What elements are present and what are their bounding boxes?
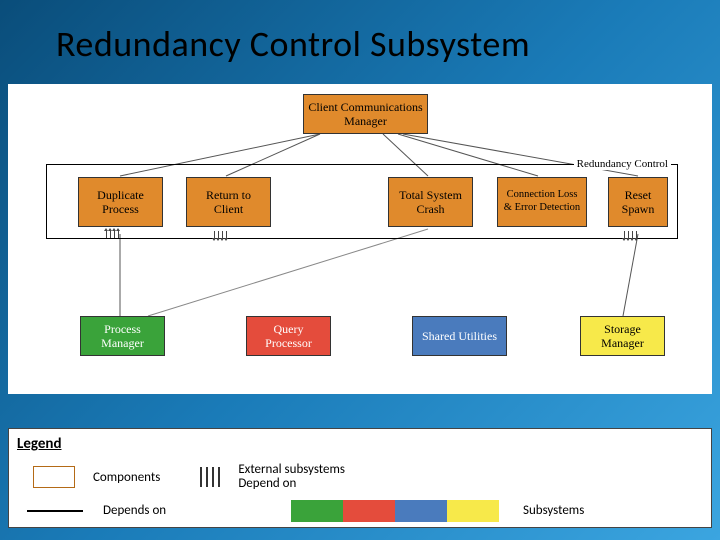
shared-utilities-node: Shared Utilities bbox=[412, 316, 507, 356]
external-ticks-icon bbox=[200, 467, 220, 487]
legend-row-2: Depends on Subsystems bbox=[9, 492, 711, 522]
redundancy-control-label: Redundancy Control bbox=[574, 158, 671, 170]
ticks-icon bbox=[106, 231, 119, 238]
storage-manager-node: Storage Manager bbox=[580, 316, 665, 356]
conn-loss-error-node: Connection Loss & Error Detection bbox=[497, 177, 587, 227]
ticks-icon bbox=[624, 231, 637, 238]
legend-title: Legend bbox=[9, 429, 711, 453]
depends-on-label: Depends on bbox=[103, 503, 213, 518]
yellow-swatch bbox=[447, 500, 499, 522]
legend-panel: Legend Components External subsystems De… bbox=[8, 428, 712, 528]
red-swatch bbox=[343, 500, 395, 522]
reset-spawn-node: Reset Spawn bbox=[608, 177, 668, 227]
client-comm-manager-node: Client Communications Manager bbox=[303, 94, 428, 134]
blue-swatch bbox=[395, 500, 447, 522]
total-system-crash-node: Total System Crash bbox=[388, 177, 473, 227]
subsystem-swatches bbox=[291, 500, 499, 522]
process-manager-node: Process Manager bbox=[80, 316, 165, 356]
legend-row: Components External subsystems Depend on bbox=[9, 453, 711, 492]
depends-on-line-icon bbox=[27, 510, 83, 512]
green-swatch bbox=[291, 500, 343, 522]
components-swatch bbox=[33, 466, 75, 488]
external-label: External subsystems Depend on bbox=[238, 463, 378, 492]
query-processor-node: Query Processor bbox=[246, 316, 331, 356]
return-to-client-node: Return to Client bbox=[186, 177, 271, 227]
duplicate-process-node: Duplicate Process bbox=[78, 177, 163, 227]
slide-title: Redundancy Control Subsystem bbox=[0, 0, 720, 66]
subsystems-label: Subsystems bbox=[523, 503, 584, 518]
components-label: Components bbox=[93, 470, 160, 485]
diagram-area: Client Communications Manager Redundancy… bbox=[8, 84, 712, 394]
ticks-icon bbox=[214, 231, 227, 238]
